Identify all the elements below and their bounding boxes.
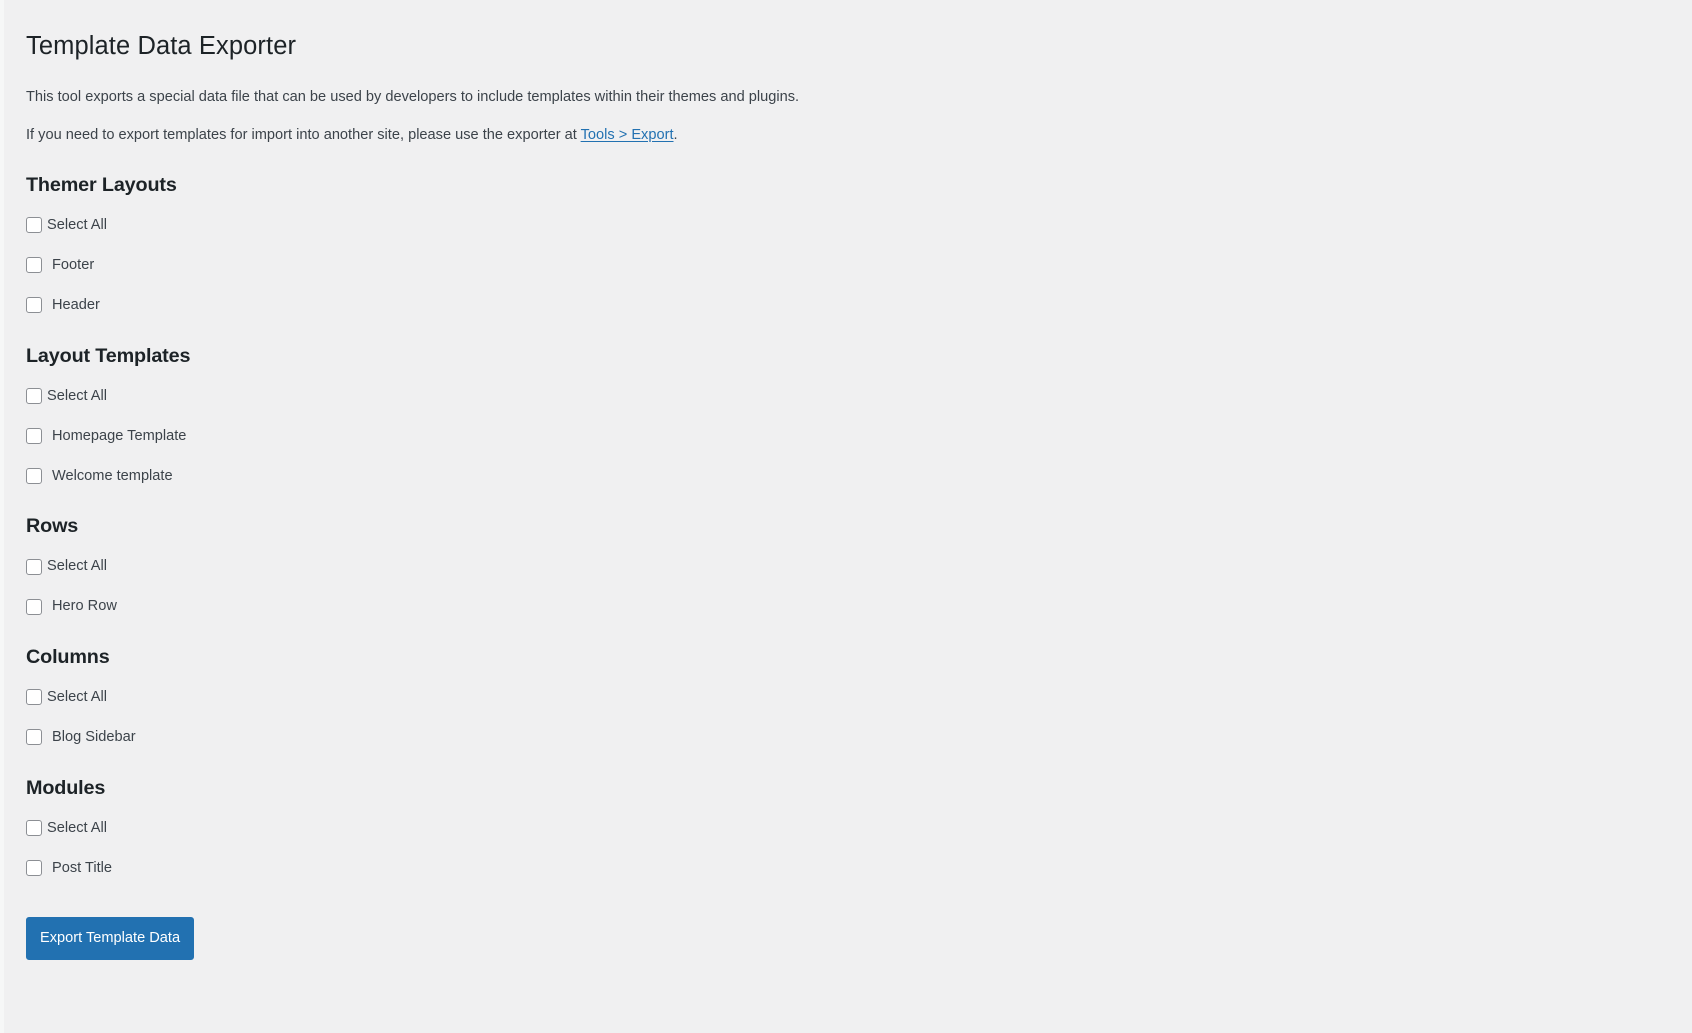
page-title: Template Data Exporter: [26, 32, 297, 60]
select-all-label: Select All: [47, 689, 108, 706]
select-all-checkbox[interactable]: [26, 689, 42, 706]
template-label: Post Title: [52, 859, 113, 876]
template-checkbox[interactable]: [26, 860, 42, 877]
section: Rows Select All Hero Row: [26, 514, 1626, 619]
template-checkbox[interactable]: [26, 427, 42, 444]
section: Modules Select All Post Title: [26, 776, 1626, 881]
section-heading: Modules: [26, 776, 106, 799]
intro-paragraph-1: This tool exports a special data file th…: [26, 89, 800, 106]
template-checkbox[interactable]: [26, 297, 42, 314]
template-label: Homepage Template: [52, 427, 187, 444]
template-label: Footer: [52, 256, 95, 273]
select-all-row[interactable]: Select All: [26, 554, 1626, 579]
section: Themer Layouts Select All Footer Header: [26, 173, 1626, 318]
intro-paragraph-2-text-after: .: [673, 127, 678, 144]
template-row[interactable]: Homepage Template: [26, 423, 1626, 448]
select-all-checkbox[interactable]: [26, 558, 42, 575]
template-label: Blog Sidebar: [52, 729, 136, 746]
select-all-row[interactable]: Select All: [26, 383, 1626, 408]
section-heading: Layout Templates: [26, 344, 191, 367]
template-row[interactable]: Hero Row: [26, 594, 1626, 619]
submit-row: Export Template Data: [26, 916, 1626, 961]
template-label: Welcome template: [52, 467, 173, 484]
template-row[interactable]: Header: [26, 293, 1626, 318]
select-all-row[interactable]: Select All: [26, 816, 1626, 841]
template-checkbox[interactable]: [26, 729, 42, 746]
section: Columns Select All Blog Sidebar: [26, 645, 1626, 750]
select-all-row[interactable]: Select All: [26, 213, 1626, 238]
tools-export-link[interactable]: Tools > Export: [581, 127, 674, 143]
select-all-checkbox[interactable]: [26, 820, 42, 837]
select-all-row[interactable]: Select All: [26, 685, 1626, 710]
template-row[interactable]: Footer: [26, 253, 1626, 278]
template-row[interactable]: Post Title: [26, 856, 1626, 881]
select-all-label: Select All: [47, 819, 108, 836]
section-heading: Columns: [26, 646, 110, 669]
select-all-checkbox[interactable]: [26, 387, 42, 404]
sections-host: Themer Layouts Select All Footer Header Layo…: [26, 173, 1626, 881]
admin-page-background: Template Data Exporter This tool exports…: [4, 0, 1692, 1033]
template-checkbox[interactable]: [26, 598, 42, 615]
template-label: Header: [52, 296, 100, 313]
section-heading: Rows: [26, 515, 79, 538]
template-checkbox[interactable]: [26, 257, 42, 274]
template-row[interactable]: Welcome template: [26, 463, 1626, 488]
template-checkbox[interactable]: [26, 467, 42, 484]
export-template-data-button[interactable]: Export Template Data: [26, 916, 195, 961]
intro-paragraph-2-text-before: If you need to export templates for impo…: [26, 127, 581, 144]
template-row[interactable]: Blog Sidebar: [26, 725, 1626, 750]
section-heading: Themer Layouts: [26, 173, 177, 196]
select-all-checkbox[interactable]: [26, 217, 42, 234]
intro-paragraph-2: If you need to export templates for impo…: [26, 125, 1626, 147]
select-all-label: Select All: [47, 558, 108, 575]
template-label: Hero Row: [52, 598, 117, 615]
select-all-label: Select All: [47, 216, 108, 233]
section: Layout Templates Select All Homepage Templ…: [26, 344, 1626, 489]
content-wrap: Template Data Exporter This tool exports…: [26, 0, 1626, 961]
select-all-label: Select All: [47, 387, 108, 404]
